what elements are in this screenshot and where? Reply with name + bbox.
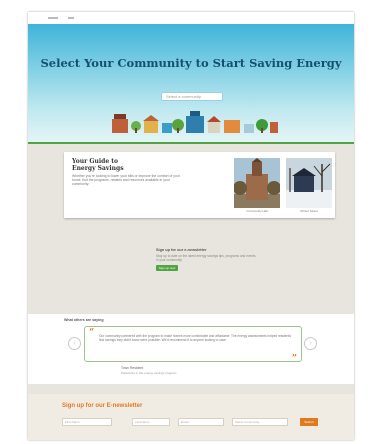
web-page: Select Your Community to Start Saving En… [28, 12, 354, 440]
close-quote-icon: ” [291, 354, 297, 364]
newsletter-signup-box: Sign up for our e-newsletter Stay up to … [156, 248, 266, 294]
submit-button[interactable]: Submit [300, 418, 318, 426]
main-content: Your Guide to Energy Savings Whether you… [28, 144, 354, 394]
testimonial-section: What others are saying ‹ “ Our community… [28, 314, 354, 384]
signup-text: Stay up to date on the latest energy sav… [156, 254, 256, 262]
winter-street-photo [286, 158, 332, 208]
community-select[interactable]: Select Community [232, 418, 288, 426]
open-quote-icon: “ [89, 328, 95, 338]
photo1-caption: Community Hall [246, 209, 268, 213]
footer-newsletter: Sign up for our E-newsletter First Name … [28, 394, 354, 440]
first-name-field[interactable]: First Name [62, 418, 112, 426]
community-search-input[interactable]: Select a community [161, 92, 223, 101]
email-field[interactable]: Email [178, 418, 224, 426]
testimonial-author: Town Resident [121, 366, 144, 370]
guide-text: Whether you're looking to lower your bil… [72, 174, 180, 187]
testimonial-heading: What others are saying [64, 318, 104, 322]
town-skyline-illustration [112, 111, 278, 133]
nav-logo[interactable] [48, 17, 58, 19]
hero-title: Select Your Community to Start Saving En… [40, 56, 342, 70]
testimonial-role: Participant in the energy savings progra… [121, 371, 177, 375]
signup-button[interactable]: Sign up now [156, 265, 178, 271]
guide-title: Your Guide to Energy Savings [72, 158, 124, 172]
energy-guide-card: Your Guide to Energy Savings Whether you… [64, 152, 335, 218]
hero-banner: Select Your Community to Start Saving En… [28, 24, 354, 156]
next-arrow-icon[interactable]: › [304, 337, 317, 350]
signup-title: Sign up for our e-newsletter [156, 248, 207, 252]
testimonial-quote: Our community partnered with the program… [99, 334, 291, 342]
footer-title: Sign up for our E-newsletter [62, 403, 143, 409]
top-nav [28, 12, 354, 24]
last-name-field[interactable]: Last Name [132, 418, 170, 426]
nav-link[interactable] [68, 17, 74, 19]
testimonial-quote-box: “ Our community partnered with the progr… [84, 326, 302, 364]
photo2-caption: Winter Street [300, 209, 318, 213]
prev-arrow-icon[interactable]: ‹ [68, 337, 81, 350]
courthouse-photo [234, 158, 280, 208]
